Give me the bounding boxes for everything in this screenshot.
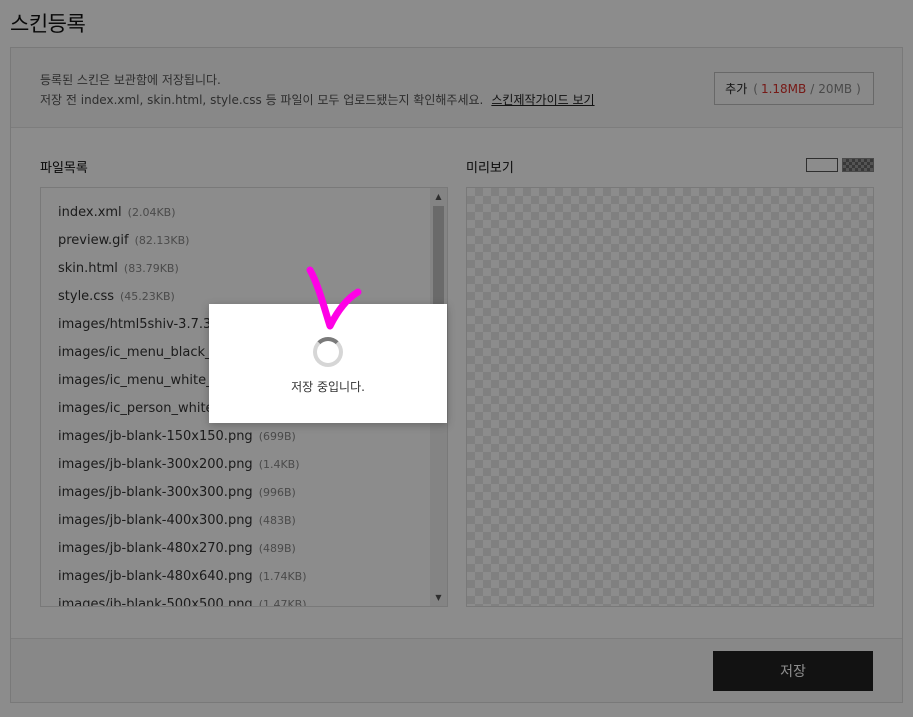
saving-dialog: 저장 중입니다.	[209, 304, 447, 423]
loading-spinner-icon	[313, 337, 343, 367]
modal-overlay	[0, 0, 913, 717]
saving-message: 저장 중입니다.	[291, 380, 365, 394]
